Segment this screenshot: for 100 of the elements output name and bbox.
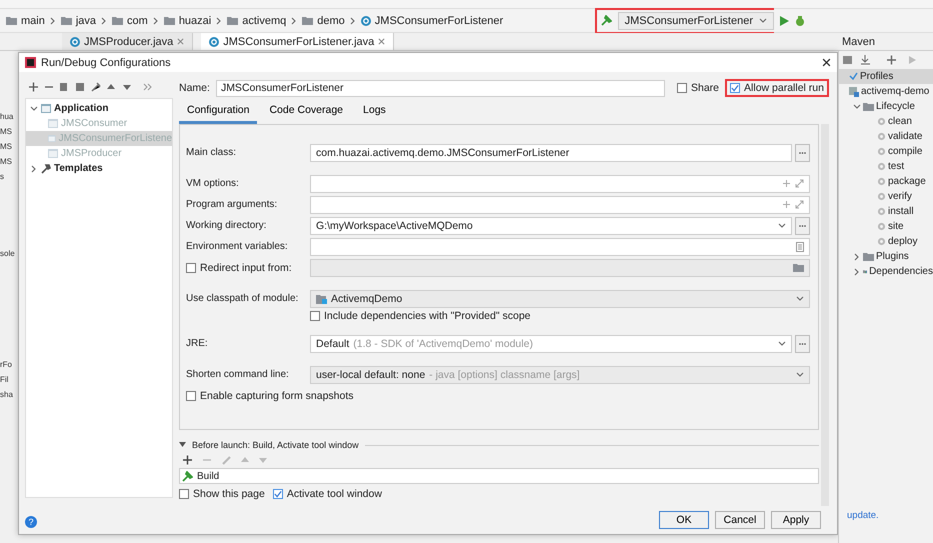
folder-icon — [6, 16, 17, 25]
maven-item[interactable]: clean — [839, 114, 933, 129]
chevron-icon[interactable] — [853, 252, 861, 260]
editor-tab[interactable]: JMSProducer.java — [62, 33, 194, 50]
field-label: Shorten command line: — [186, 369, 290, 380]
class-icon — [360, 16, 371, 26]
toolbar-icons-drawing[interactable] — [29, 82, 154, 92]
option-checkbox[interactable]: Include dependencies with "Provided" scope — [310, 310, 810, 322]
maven-item[interactable]: activemq-demo — [839, 84, 933, 99]
field-label: Name: — [179, 82, 210, 94]
dialog-button[interactable]: Cancel — [715, 511, 765, 529]
app-icon — [25, 57, 36, 68]
help-icon[interactable]: ? — [25, 516, 37, 528]
input-field[interactable]: com.huazai.activemq.demo.JMSConsumerForListener — [310, 144, 792, 162]
maven-item[interactable]: deploy — [839, 234, 933, 249]
cut-text: MS — [0, 156, 13, 168]
tab[interactable]: Code Coverage — [261, 104, 352, 124]
maven-item[interactable]: Plugins — [839, 249, 933, 264]
module-icon — [316, 294, 327, 304]
editor-tab[interactable]: JMSConsumerForListener.java — [201, 33, 394, 50]
breadcrumb[interactable]: main — [6, 14, 45, 26]
chevron-icon[interactable] — [853, 268, 861, 276]
chevron-icon[interactable] — [215, 16, 224, 24]
run-config-dropdown[interactable]: JMSConsumerForListener — [618, 12, 774, 30]
chevron-icon[interactable] — [853, 102, 861, 110]
cut-text: Fil — [0, 374, 10, 386]
breadcrumb[interactable]: java — [60, 14, 96, 26]
caret-icon[interactable] — [778, 222, 786, 230]
input-field[interactable] — [310, 174, 810, 192]
maven-item[interactable]: validate — [839, 129, 933, 144]
document-icon[interactable] — [796, 242, 804, 252]
chevron-icon[interactable] — [348, 16, 357, 24]
folder-icon — [863, 252, 874, 261]
dropdown[interactable]: G:\myWorkspace\ActiveMQDemo — [310, 216, 792, 234]
field-label: Program arguments: — [186, 199, 278, 210]
maven-item[interactable]: package — [839, 174, 933, 189]
caret-icon[interactable] — [759, 16, 767, 24]
run-icon[interactable] — [780, 16, 789, 26]
breadcrumb[interactable]: com — [112, 14, 148, 26]
maven-item[interactable]: compile — [839, 144, 933, 159]
link[interactable]: update. — [847, 510, 879, 521]
section-title: Before launch: Build, Activate tool window — [192, 440, 359, 450]
cut-text: MS — [0, 126, 13, 138]
chevron-icon[interactable] — [48, 16, 57, 24]
tree-item[interactable]: Application — [26, 101, 172, 116]
input-field[interactable] — [310, 196, 810, 214]
check-icon — [849, 72, 858, 81]
tab[interactable]: Configuration — [179, 104, 258, 124]
tree-item[interactable]: Templates — [26, 161, 172, 176]
field-label: JRE: — [186, 338, 209, 349]
folder-icon — [227, 16, 238, 25]
chevron-icon[interactable] — [30, 164, 38, 172]
close-icon[interactable] — [177, 38, 184, 45]
maven-item[interactable]: site — [839, 219, 933, 234]
cut-text: MS — [0, 141, 13, 153]
maven-item[interactable]: Lifecycle — [839, 99, 933, 114]
add-expand-icon[interactable] — [782, 179, 804, 188]
close-button[interactable] — [822, 58, 831, 67]
maven-item[interactable]: install — [839, 204, 933, 219]
bug-icon[interactable] — [795, 16, 805, 26]
name-field[interactable]: JMSConsumerForListener — [216, 80, 665, 96]
breadcrumb[interactable]: huazai — [164, 14, 212, 26]
breadcrumb[interactable]: activemq — [227, 14, 286, 26]
checkbox[interactable] — [186, 390, 196, 400]
maven-item[interactable]: Dependencies — [839, 264, 933, 279]
checkbox[interactable] — [310, 311, 320, 321]
chevron-icon[interactable] — [290, 16, 298, 24]
cut-text: s — [0, 171, 5, 183]
chevron-icon[interactable] — [100, 16, 108, 24]
checkbox[interactable] — [179, 489, 189, 499]
folder-icon — [164, 16, 175, 25]
task-item[interactable]: Build — [179, 468, 819, 484]
breadcrumb[interactable]: demo — [302, 14, 345, 26]
field-label: VM options: — [186, 178, 240, 189]
checkbox[interactable] — [730, 83, 740, 93]
option-checkbox[interactable]: Enable capturing form snapshots — [186, 390, 354, 402]
checkbox[interactable] — [677, 83, 687, 93]
checkbox[interactable] — [272, 489, 283, 499]
close-icon[interactable] — [378, 38, 386, 45]
option-checkbox[interactable]: Show this page — [179, 488, 265, 500]
maven-item[interactable]: verify — [839, 189, 933, 204]
dropdown[interactable]: Default (1.8 - SDK of 'ActivemqDemo' module) — [310, 334, 792, 352]
folder-icon — [60, 16, 72, 25]
field-label: Working directory: — [186, 220, 268, 231]
option-checkbox[interactable]: Activate tool window — [272, 488, 382, 500]
dialog-button[interactable]: OK — [659, 511, 709, 529]
share-checkbox[interactable]: Share — [677, 82, 720, 94]
input-field[interactable] — [310, 238, 810, 256]
maven-item[interactable]: Profiles — [839, 69, 933, 84]
chevron-icon[interactable] — [30, 104, 38, 112]
breadcrumb[interactable]: JMSConsumerForListener — [360, 14, 504, 26]
dialog-button[interactable]: Apply — [771, 511, 821, 529]
chevron-icon[interactable] — [152, 16, 160, 24]
caret-icon[interactable] — [778, 340, 786, 348]
folder-icon — [863, 102, 874, 111]
maven-item[interactable]: test — [839, 159, 933, 174]
tab[interactable]: Logs — [355, 104, 394, 124]
class-icon — [209, 36, 220, 46]
collapse-triangle-icon[interactable] — [179, 442, 186, 448]
add-expand-icon[interactable] — [782, 200, 804, 209]
